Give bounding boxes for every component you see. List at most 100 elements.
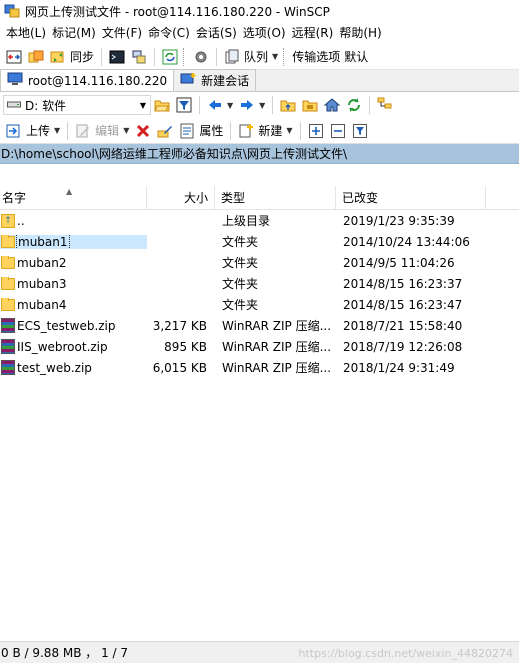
file-row[interactable]: test_web.zip 6,015 KB WinRAR ZIP 压缩... 2018…	[0, 357, 519, 378]
back-button[interactable]: ▼	[204, 94, 236, 116]
putty-button[interactable]	[128, 46, 150, 68]
filter-button[interactable]	[173, 94, 195, 116]
session-tabs: root@114.116.180.220 新建会话	[0, 69, 519, 92]
menu-options[interactable]: 选项(O)	[240, 23, 289, 43]
file-modified: 2014/8/15 16:23:47	[343, 297, 463, 312]
open-directory-button[interactable]	[151, 94, 173, 116]
column-header-type[interactable]: 类型	[215, 185, 336, 210]
new-label: 新建	[258, 124, 283, 138]
status-text: 0 B / 9.88 MB ， 1 / 7	[1, 646, 129, 660]
column-header-modified[interactable]: 已改变	[336, 185, 486, 210]
synchronize-button[interactable]: 同步	[47, 46, 97, 68]
file-name-cell: muban4	[0, 297, 147, 312]
chevron-down-icon: ▼	[139, 100, 146, 110]
new-button[interactable]: 新建 ▼	[235, 120, 295, 142]
unselect-files-button[interactable]	[327, 120, 349, 142]
home-button[interactable]	[321, 94, 343, 116]
winrar-zip-icon	[1, 360, 15, 375]
column-header-size[interactable]: 大小	[147, 185, 215, 210]
folder-icon	[1, 255, 15, 269]
monitor-icon	[7, 72, 23, 89]
file-row[interactable]: muban4 文件夹 2014/8/15 16:23:47	[0, 294, 519, 315]
chevron-down-icon: ▼	[227, 100, 234, 110]
status-bar: 0 B / 9.88 MB ， 1 / 7 https://blog.csdn.…	[0, 641, 519, 663]
queue-button[interactable]: 队列 ▼	[221, 46, 281, 68]
toolbar-separator	[154, 47, 156, 66]
toolbar-grip[interactable]	[183, 47, 186, 66]
file-size: 895 KB	[164, 339, 207, 354]
file-row[interactable]: IIS_webroot.zip 895 KB WinRAR ZIP 压缩... 201…	[0, 336, 519, 357]
file-modified: 2018/7/19 12:26:08	[343, 339, 463, 354]
winrar-zip-icon	[1, 318, 15, 333]
delete-icon	[135, 123, 151, 139]
menu-local[interactable]: 本地(L)	[3, 23, 49, 43]
file-row[interactable]: ↑.. 上级目录 2019/1/23 9:35:39	[0, 210, 519, 231]
arrow-right-icon	[239, 97, 255, 113]
new-session-tab-label: 新建会话	[201, 74, 250, 88]
menu-session[interactable]: 会话(S)	[193, 23, 240, 43]
local-file-list[interactable]: 名字 ▲ 大小 类型 已改变 ↑.. 上级目录 2019/1/23 9:35:39 m…	[0, 185, 519, 641]
parent-folder-icon	[280, 97, 296, 113]
transfer-options-select[interactable]: 默认	[340, 46, 431, 67]
forward-button[interactable]: ▼	[236, 94, 268, 116]
winscp-app-icon	[4, 3, 20, 19]
file-row[interactable]: muban1 文件夹 2014/10/24 13:44:06	[0, 231, 519, 252]
file-modified: 2014/8/15 16:23:37	[343, 276, 463, 291]
select-files-button[interactable]	[305, 120, 327, 142]
parent-dir-button[interactable]	[277, 94, 299, 116]
column-header-name[interactable]: 名字 ▲	[0, 185, 147, 210]
main-toolbar: 同步 队列 ▼ 传输选项 默认	[0, 44, 519, 70]
file-actions-toolbar: 上传 ▼ 编辑 ▼ 属性 新建 ▼	[0, 118, 519, 144]
drive-icon	[7, 98, 21, 112]
terminal-button[interactable]	[106, 46, 128, 68]
synchronize-label: 同步	[70, 50, 95, 64]
drive-label: D: 软件	[25, 98, 67, 113]
session-tab-label: root@114.116.180.220	[28, 73, 168, 88]
rename-icon	[157, 123, 173, 139]
current-path: D:\home\school\网络运维工程师必备知识点\网页上传测试文件\	[1, 147, 347, 161]
current-path-bar[interactable]: D:\home\school\网络运维工程师必备知识点\网页上传测试文件\	[0, 144, 519, 164]
menu-remote[interactable]: 远程(R)	[289, 23, 337, 43]
menu-files[interactable]: 文件(F)	[99, 23, 145, 43]
file-name-cell: muban1	[0, 234, 147, 249]
menu-commands[interactable]: 命令(C)	[145, 23, 193, 43]
root-dir-button[interactable]	[299, 94, 321, 116]
tab-session[interactable]: root@114.116.180.220	[0, 69, 175, 91]
filter-files-button[interactable]	[349, 120, 371, 142]
edit-button[interactable]: 编辑 ▼	[72, 120, 132, 142]
rename-button[interactable]	[154, 120, 176, 142]
file-row[interactable]: muban3 文件夹 2014/8/15 16:23:37	[0, 273, 519, 294]
file-row[interactable]: ECS_testweb.zip 3,217 KB WinRAR ZIP 压缩... 2…	[0, 315, 519, 336]
winrar-zip-icon	[1, 339, 15, 354]
session-sync-icon	[162, 49, 178, 65]
menu-mark[interactable]: 标记(M)	[49, 23, 99, 43]
file-rows: ↑.. 上级目录 2019/1/23 9:35:39 muban1 文件夹 2014/10…	[0, 210, 519, 378]
file-size: 3,217 KB	[152, 318, 207, 333]
watermark-text: https://blog.csdn.net/weixin_44820274	[298, 647, 513, 660]
toolbar-grip[interactable]	[283, 47, 286, 66]
drive-select[interactable]: D: 软件 ▼	[3, 95, 151, 115]
menu-help[interactable]: 帮助(H)	[336, 23, 384, 43]
file-modified: 2014/10/24 13:44:06	[343, 234, 470, 249]
compare-icon	[6, 49, 22, 65]
edit-label: 编辑	[95, 124, 120, 138]
refresh-button[interactable]	[343, 94, 365, 116]
refresh-session-button[interactable]	[159, 46, 181, 68]
file-name-cell: test_web.zip	[0, 360, 147, 375]
edit-icon	[75, 123, 91, 139]
column-headers: 名字 ▲ 大小 类型 已改变	[0, 185, 519, 210]
delete-button[interactable]	[132, 120, 154, 142]
file-modified: 2018/7/21 15:58:40	[343, 318, 463, 333]
file-name: IIS_webroot.zip	[17, 339, 108, 354]
file-row[interactable]: muban2 文件夹 2014/9/5 11:04:26	[0, 252, 519, 273]
compare-dirs-button[interactable]	[3, 46, 25, 68]
preferences-button[interactable]	[190, 46, 212, 68]
sync-browse-button[interactable]	[25, 46, 47, 68]
tab-new-session[interactable]: 新建会话	[174, 69, 257, 91]
properties-button[interactable]: 属性	[176, 120, 226, 142]
filter-icon	[176, 97, 192, 113]
sort-ascending-icon: ▲	[66, 186, 73, 196]
file-type: 文件夹	[222, 277, 259, 291]
upload-button[interactable]: 上传 ▼	[3, 120, 63, 142]
find-files-button[interactable]	[374, 94, 396, 116]
